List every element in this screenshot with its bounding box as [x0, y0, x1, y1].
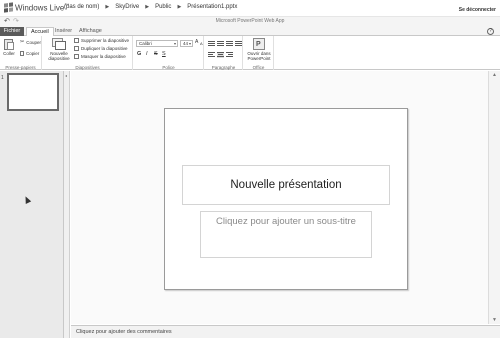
paragraph-group: Paragraphe — [205, 36, 243, 70]
increase-indent-icon[interactable] — [235, 41, 242, 47]
delete-slide-label: Supprimer la diapositive — [81, 38, 130, 43]
delete-slide-button[interactable]: Supprimer la diapositive — [74, 38, 129, 43]
tab-insert[interactable]: Insérer — [51, 27, 76, 36]
duplicate-slide-icon — [74, 46, 79, 51]
strikethrough-button[interactable]: S — [154, 51, 158, 58]
copy-label: Copier — [26, 51, 40, 56]
cut-button[interactable]: ✂ Couper — [20, 39, 41, 46]
decrease-indent-icon[interactable] — [226, 41, 233, 47]
copy-icon — [20, 51, 24, 56]
breadcrumb-separator-icon: ▶ — [145, 4, 150, 10]
breadcrumb-user[interactable]: (pas de nom) — [64, 4, 99, 10]
powerpoint-icon: P — [253, 38, 265, 50]
font-group-label: Police — [162, 65, 175, 70]
font-size-select[interactable]: 44 ▾ — [180, 40, 193, 47]
slide: Nouvelle présentation Cliquez pour ajout… — [164, 108, 408, 290]
slide-thumbnail-pane: 1 — [0, 71, 64, 338]
shrink-font-icon[interactable]: A — [200, 40, 203, 47]
font-group: Calibri ▾ 44 ▾ A A G I S S Police — [134, 36, 204, 70]
slide-subtitle-placeholder[interactable]: Cliquez pour ajouter un sous-titre — [200, 211, 372, 258]
open-in-powerpoint-label-2: PowerPoint — [247, 56, 271, 61]
collapse-arrow-icon[interactable]: ◂ — [65, 73, 67, 78]
new-slide-button[interactable]: Nouvelle diapositive — [47, 38, 71, 61]
delete-slide-icon — [74, 38, 79, 43]
breadcrumb: (pas de nom) ▶ SkyDrive ▶ Public ▶ Prése… — [64, 4, 237, 10]
app-title: Microsoft PowerPoint Web App — [215, 18, 285, 24]
clipboard-group-label: Presse-papiers — [5, 65, 36, 70]
hide-slide-button[interactable]: Masquer la diapositive — [74, 54, 126, 59]
clipboard-icon — [4, 38, 14, 50]
logo-text: Windows Live™ — [15, 3, 70, 13]
align-center-icon[interactable] — [217, 52, 224, 58]
ribbon-tabs: Fichier Accueil Insérer Affichage ? — [0, 26, 500, 36]
breadcrumb-public[interactable]: Public — [155, 4, 171, 10]
new-slide-icon — [52, 38, 66, 50]
font-size-value: 44 — [183, 41, 189, 46]
underline-button[interactable]: S — [162, 51, 166, 58]
pane-splitter[interactable]: ◂ — [64, 71, 70, 338]
slides-group-label: Diapositives — [75, 65, 100, 70]
font-name-select[interactable]: Calibri ▾ — [136, 40, 178, 47]
scroll-up-icon[interactable]: ▲ — [492, 72, 497, 78]
sign-out-link[interactable]: Se déconnecter — [459, 7, 496, 13]
font-name-value: Calibri — [139, 41, 152, 46]
hide-slide-icon — [74, 54, 79, 59]
windows-live-logo[interactable]: Windows Live™ — [4, 2, 70, 13]
numbering-icon[interactable] — [217, 41, 224, 47]
tab-home[interactable]: Accueil — [26, 27, 54, 36]
align-left-icon[interactable] — [208, 52, 215, 58]
clipboard-group: Coller ✂ Couper Copier Presse-papiers — [0, 36, 42, 70]
italic-button[interactable]: I — [146, 51, 148, 58]
chevron-down-icon: ▾ — [188, 41, 191, 46]
ribbon: Coller ✂ Couper Copier Presse-papiers No… — [0, 36, 500, 70]
breadcrumb-separator-icon: ▶ — [177, 4, 182, 10]
tab-file[interactable]: Fichier — [0, 27, 24, 36]
office-group: P Ouvrir dans PowerPoint Office — [244, 36, 274, 70]
scissors-icon: ✂ — [20, 39, 25, 45]
scroll-down-icon[interactable]: ▼ — [492, 317, 497, 323]
slides-group: Nouvelle diapositive Supprimer la diapos… — [43, 36, 133, 70]
notes-pane[interactable]: Cliquez pour ajouter des commentaires — [71, 325, 500, 338]
cut-label: Couper — [26, 40, 41, 45]
slide-title-placeholder[interactable]: Nouvelle présentation — [182, 165, 390, 205]
quick-access-toolbar: ↶ ↷ Microsoft PowerPoint Web App — [0, 17, 500, 26]
open-in-powerpoint-button[interactable]: P Ouvrir dans PowerPoint — [246, 38, 272, 61]
duplicate-slide-button[interactable]: Dupliquer la diapositive — [74, 46, 128, 51]
align-right-icon[interactable] — [226, 52, 233, 58]
chevron-down-icon: ▾ — [173, 41, 176, 46]
tab-view[interactable]: Affichage — [75, 27, 106, 36]
duplicate-slide-label: Dupliquer la diapositive — [81, 46, 128, 51]
slide-title-text: Nouvelle présentation — [230, 179, 342, 191]
paste-button[interactable]: Coller — [3, 38, 15, 56]
slide-subtitle-text: Cliquez pour ajouter un sous-titre — [216, 216, 356, 227]
breadcrumb-skydrive[interactable]: SkyDrive — [115, 4, 139, 10]
breadcrumb-file[interactable]: Présentation1.pptx — [187, 4, 237, 10]
thumbnail-number: 1 — [1, 75, 4, 81]
windows-flag-icon — [4, 2, 13, 13]
notes-placeholder: Cliquez pour ajouter des commentaires — [76, 329, 172, 335]
copy-button[interactable]: Copier — [20, 51, 39, 56]
grow-font-icon[interactable]: A — [195, 39, 198, 46]
hide-slide-label: Masquer la diapositive — [81, 54, 126, 59]
help-icon[interactable]: ? — [487, 28, 494, 35]
office-group-label: Office — [252, 65, 265, 70]
paste-label: Coller — [3, 51, 15, 56]
slide-thumbnail[interactable] — [7, 73, 59, 111]
breadcrumb-separator-icon: ▶ — [105, 4, 110, 10]
vertical-scrollbar[interactable]: ▲ ▼ — [488, 71, 500, 324]
bullets-icon[interactable] — [208, 41, 215, 47]
bold-button[interactable]: G — [137, 51, 141, 58]
new-slide-label-2: diapositive — [48, 56, 70, 61]
title-bar: Windows Live™ (pas de nom) ▶ SkyDrive ▶ … — [0, 0, 500, 17]
paragraph-group-label: Paragraphe — [211, 65, 236, 70]
